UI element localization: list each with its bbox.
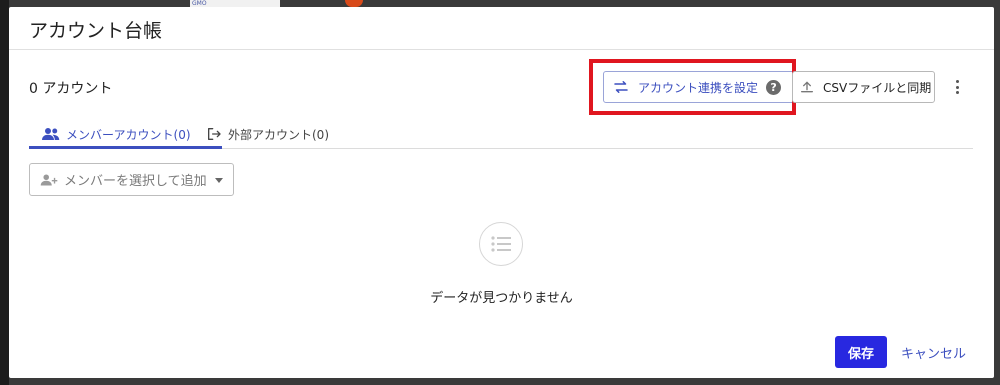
backdrop-left-strip — [0, 0, 9, 385]
tab-member-accounts-label: メンバーアカウント(0) — [66, 127, 191, 142]
title-divider — [9, 49, 994, 50]
more-vert-icon[interactable] — [950, 78, 964, 96]
member-select-placeholder: メンバーを選択して追加 — [64, 174, 207, 189]
save-button[interactable]: 保存 — [835, 336, 887, 368]
backdrop-logo: GMO — [190, 0, 280, 7]
exit-arrow-icon — [208, 127, 221, 140]
people-icon — [42, 128, 60, 140]
csv-sync-button[interactable]: CSVファイルと同期 — [792, 71, 935, 103]
add-person-icon — [40, 173, 58, 186]
empty-state-icon — [479, 222, 523, 266]
cancel-button[interactable]: キャンセル — [901, 343, 966, 362]
list-icon — [491, 236, 511, 252]
tab-external-accounts-label: 外部アカウント(0) — [228, 127, 329, 142]
highlight-box — [589, 59, 796, 115]
tab-external-accounts[interactable]: 外部アカウント(0) — [206, 122, 329, 146]
account-count: 0 アカウント — [29, 81, 113, 97]
dialog-title: アカウント台帳 — [29, 20, 163, 42]
member-select-dropdown[interactable]: メンバーを選択して追加 — [29, 163, 234, 196]
upload-icon — [801, 81, 813, 93]
empty-state-message: データが見つかりません — [430, 291, 573, 306]
chevron-down-icon — [215, 178, 223, 183]
tab-member-accounts[interactable]: メンバーアカウント(0) — [42, 122, 191, 146]
account-ledger-dialog: アカウント台帳 0 アカウント アカウント連携を設定 ? CSVファイルと同期 … — [9, 7, 994, 378]
csv-sync-label: CSVファイルと同期 — [823, 80, 932, 95]
active-tab-indicator — [29, 146, 222, 149]
